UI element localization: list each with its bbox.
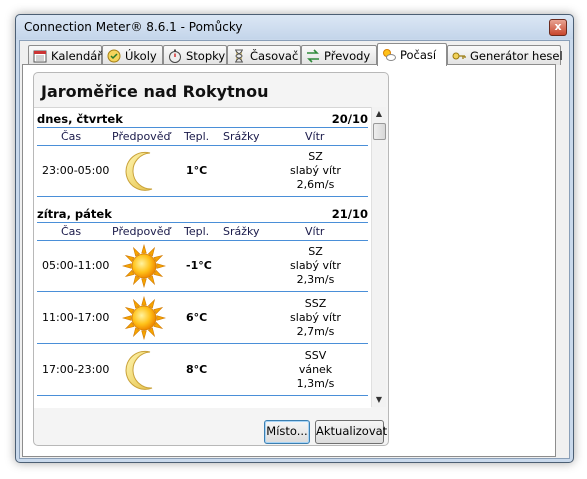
forecast-temp: 1°C bbox=[186, 164, 208, 177]
scroll-thumb[interactable] bbox=[373, 123, 386, 140]
tab-label: Generátor hesel bbox=[470, 48, 563, 63]
column-3: Srážky bbox=[223, 225, 260, 238]
forecast-list[interactable]: dnes, čtvrtek 20/10 Čas Předpověď Tepl. Srážk… bbox=[34, 107, 371, 408]
forecast-temp: -1°C bbox=[186, 259, 212, 272]
forecast-temp: 8°C bbox=[186, 363, 208, 376]
forecast-row: 11:00-17:00 6°C SSZ slabý vítr 2,7m/s bbox=[37, 293, 368, 344]
column-0: Čas bbox=[61, 225, 82, 238]
close-button[interactable]: x bbox=[549, 19, 567, 36]
app-window: Connection Meter® 8.6.1 - Pomůcky x Kale… bbox=[15, 14, 574, 463]
day-header: dnes, čtvrtek 20/10 bbox=[34, 110, 371, 128]
scrollbar[interactable]: ▲ ▼ bbox=[371, 107, 386, 407]
client-area: Kalendář Úkoly Stopky Časovač Převody Počasí G… bbox=[19, 40, 570, 459]
tab-hourglass[interactable]: Časovač bbox=[227, 45, 301, 65]
tab-stopwatch[interactable]: Stopky bbox=[163, 45, 227, 65]
tab-strip: Kalendář Úkoly Stopky Časovač Převody Počasí G… bbox=[22, 43, 567, 66]
weather-panel: Jaroměřice nad Rokytnou dnes, čtvrtek 20/… bbox=[22, 64, 556, 457]
column-1: Předpověď bbox=[112, 130, 171, 143]
forecast-time: 23:00-05:00 bbox=[42, 164, 110, 177]
day-header: zítra, pátek 21/10 bbox=[34, 205, 371, 223]
day-date: 21/10 bbox=[331, 207, 368, 221]
tab-label: Počasí bbox=[400, 48, 437, 62]
window-title: Connection Meter® 8.6.1 - Pomůcky bbox=[24, 20, 243, 34]
column-2: Tepl. bbox=[184, 225, 210, 238]
tab-label: Úkoly bbox=[125, 48, 157, 63]
column-3: Srážky bbox=[223, 130, 260, 143]
forecast-wind: SZ slabý vítr 2,6m/s bbox=[290, 150, 341, 191]
sun-icon bbox=[121, 243, 167, 289]
forecast-row: 23:00-05:00 1°C SZ slabý vítr 2,6m/s bbox=[37, 146, 368, 197]
tab-tasks[interactable]: Úkoly bbox=[102, 45, 163, 65]
day-name: dnes, čtvrtek bbox=[37, 112, 123, 126]
forecast-wind: SSV vánek 1,3m/s bbox=[296, 349, 335, 390]
stopwatch-icon bbox=[168, 49, 182, 63]
column-header: Čas Předpověď Tepl. Srážky Vítr bbox=[37, 222, 368, 241]
weather-icon bbox=[382, 48, 396, 62]
tab-label: Kalendář bbox=[51, 48, 103, 63]
forecast-wind: SZ slabý vítr 2,3m/s bbox=[290, 245, 341, 286]
scroll-down-button[interactable]: ▼ bbox=[372, 393, 386, 407]
scroll-up-button[interactable]: ▲ bbox=[372, 107, 386, 121]
refresh-button[interactable]: Aktualizovat bbox=[315, 420, 387, 444]
location-button[interactable]: Místo... bbox=[264, 420, 310, 444]
forecast-row: 17:00-23:00 8°C SSV vánek 1,3m/s bbox=[37, 345, 368, 396]
sun-icon bbox=[121, 295, 167, 341]
forecast-time: 11:00-17:00 bbox=[42, 311, 110, 324]
day-date: 20/10 bbox=[331, 112, 368, 126]
forecast-wind: SSZ slabý vítr 2,7m/s bbox=[290, 297, 341, 338]
weather-box: Jaroměřice nad Rokytnou dnes, čtvrtek 20/… bbox=[33, 72, 389, 446]
column-header: Čas Předpověď Tepl. Srážky Vítr bbox=[37, 127, 368, 146]
convert-icon bbox=[306, 48, 320, 63]
tab-label: Časovač bbox=[250, 48, 299, 63]
tab-label: Stopky bbox=[186, 48, 226, 63]
column-4: Vítr bbox=[305, 130, 325, 143]
calendar-icon bbox=[33, 49, 47, 63]
forecast-time: 17:00-23:00 bbox=[42, 363, 110, 376]
tab-key[interactable]: Generátor hesel bbox=[447, 45, 563, 65]
tab-label: Převody bbox=[324, 48, 371, 63]
moon-icon bbox=[122, 149, 166, 193]
day-name: zítra, pátek bbox=[37, 207, 112, 221]
column-0: Čas bbox=[61, 130, 82, 143]
tab-calendar[interactable]: Kalendář bbox=[28, 45, 102, 65]
forecast-time: 05:00-11:00 bbox=[42, 259, 110, 272]
column-2: Tepl. bbox=[184, 130, 210, 143]
column-1: Předpověď bbox=[112, 225, 171, 238]
tab-weather[interactable]: Počasí bbox=[377, 43, 447, 66]
city-name: Jaroměřice nad Rokytnou bbox=[41, 82, 269, 101]
title-bar[interactable]: Connection Meter® 8.6.1 - Pomůcky x bbox=[16, 15, 573, 39]
tab-convert[interactable]: Převody bbox=[301, 45, 377, 65]
moon-icon bbox=[122, 348, 166, 392]
forecast-temp: 6°C bbox=[186, 311, 208, 324]
tasks-icon bbox=[107, 49, 121, 63]
column-4: Vítr bbox=[305, 225, 325, 238]
hourglass-icon bbox=[232, 49, 246, 63]
key-icon bbox=[452, 49, 466, 63]
forecast-row: 05:00-11:00 -1°C SZ slabý vítr 2,3m/s bbox=[37, 241, 368, 292]
